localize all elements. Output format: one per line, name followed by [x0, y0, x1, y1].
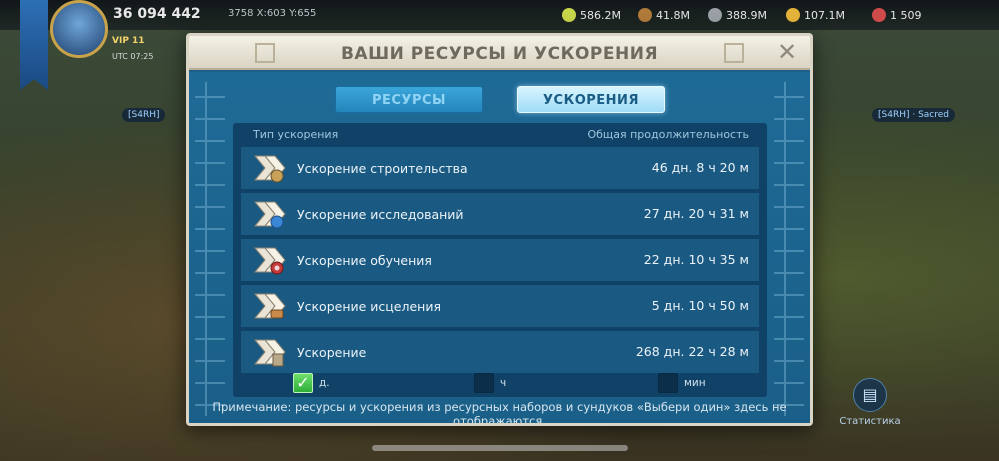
food-icon [562, 8, 576, 22]
boost-duration: 46 дн. 8 ч 20 м [651, 160, 749, 175]
resource-wood[interactable]: 41.8M [638, 8, 690, 22]
statistics-label: Статистика [839, 416, 901, 427]
boost-duration: 268 дн. 22 ч 28 м [635, 344, 749, 359]
column-header-type: Тип ускорения [253, 128, 339, 141]
filter-hours[interactable]: ч [474, 373, 506, 393]
bar-chart-icon: ▤ [853, 378, 887, 412]
resources-boosts-modal: ВАШИ РЕСУРСЫ И УСКОРЕНИЯ ✕ РЕСУРСЫ УСКОР… [186, 33, 813, 426]
column-header-duration: Общая продолжительность [587, 128, 749, 141]
checkbox-hours[interactable] [474, 373, 494, 393]
resource-gems[interactable]: 1 509 [872, 8, 922, 22]
resource-food[interactable]: 586.2M [562, 8, 621, 22]
filter-days[interactable]: ✓ д. [293, 373, 330, 393]
gold-icon [786, 8, 800, 22]
boosts-table: Тип ускорения Общая продолжительность Ус… [233, 123, 767, 397]
filter-days-label: д. [319, 377, 330, 389]
home-indicator[interactable] [372, 445, 628, 451]
tab-boosts[interactable]: УСКОРЕНИЯ [517, 86, 665, 113]
research-speedup-icon [253, 201, 286, 229]
right-alliance-tag[interactable]: [S4RH] · Sacred [872, 108, 955, 122]
filter-hours-label: ч [500, 377, 507, 389]
meander-border-left [195, 82, 225, 416]
training-speedup-icon [253, 247, 286, 275]
power-value: 36 094 442 [113, 6, 201, 22]
boost-name: Ускорение обучения [297, 252, 432, 268]
table-row: Ускорение строительства 46 дн. 8 ч 20 м [241, 147, 759, 189]
boost-duration: 27 дн. 20 ч 31 м [643, 206, 749, 221]
left-alliance-tag[interactable]: [S4RH] [122, 108, 166, 122]
table-row: Ускорение 268 дн. 22 ч 28 м [241, 331, 759, 373]
tab-resources[interactable]: РЕСУРСЫ [335, 86, 483, 113]
universal-speedup-icon [253, 339, 286, 367]
table-row: Ускорение обучения 22 дн. 10 ч 35 м [241, 239, 759, 281]
vip-badge[interactable]: VIP 11 [112, 36, 145, 46]
map-coordinates[interactable]: 3758 X:603 Y:655 [228, 8, 316, 19]
table-row: Ускорение исцеления 5 дн. 10 ч 50 м [241, 285, 759, 327]
resource-stone[interactable]: 388.9M [708, 8, 767, 22]
modal-title: ВАШИ РЕСУРСЫ И УСКОРЕНИЯ [340, 44, 659, 64]
statistics-button[interactable]: ▤ Статистика [835, 378, 905, 427]
boost-name: Ускорение строительства [297, 160, 468, 176]
boost-name: Ускорение исцеления [297, 298, 441, 314]
footnote: Примечание: ресурсы и ускорения из ресур… [212, 400, 787, 426]
meander-border-right [774, 82, 804, 416]
boost-duration: 5 дн. 10 ч 50 м [651, 298, 749, 313]
alliance-banner [20, 0, 48, 90]
resource-gold[interactable]: 107.1M [786, 8, 845, 22]
table-row: Ускорение исследований 27 дн. 20 ч 31 м [241, 193, 759, 235]
modal-body: РЕСУРСЫ УСКОРЕНИЯ Тип ускорения Общая пр… [189, 72, 810, 426]
checkbox-days[interactable]: ✓ [293, 373, 313, 393]
wood-icon [638, 8, 652, 22]
boost-name: Ускорение [297, 344, 367, 360]
construction-speedup-icon [253, 155, 286, 183]
boost-duration: 22 дн. 10 ч 35 м [643, 252, 749, 267]
filter-minutes-label: мин [684, 377, 706, 389]
modal-header: ВАШИ РЕСУРСЫ И УСКОРЕНИЯ ✕ [189, 36, 810, 70]
stone-icon [708, 8, 722, 22]
healing-speedup-icon [253, 293, 286, 319]
player-avatar[interactable] [50, 0, 108, 58]
filter-minutes[interactable]: мин [658, 373, 706, 393]
utc-clock: UTC 07:25 [112, 52, 154, 61]
checkbox-minutes[interactable] [658, 373, 678, 393]
boost-name: Ускорение исследований [297, 206, 464, 222]
gems-icon [872, 8, 886, 22]
close-button[interactable]: ✕ [774, 39, 800, 65]
